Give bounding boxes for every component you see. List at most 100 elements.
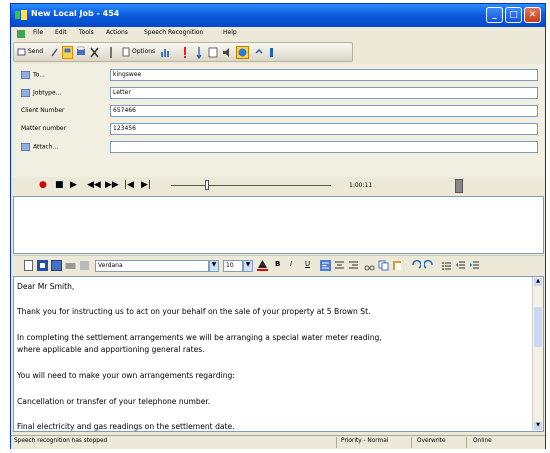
status-divider — [466, 437, 467, 448]
cut-icon[interactable] — [364, 260, 375, 271]
bullets-icon[interactable] — [441, 260, 452, 271]
letter-line: Dear Mr Smith, — [17, 282, 75, 291]
status-message: Speech recognition has stopped — [14, 438, 108, 444]
position-track[interactable] — [171, 185, 331, 186]
record-icon[interactable] — [236, 46, 249, 59]
letter-scrollbar[interactable]: ▲ ▼ — [532, 277, 543, 431]
delete-icon[interactable] — [90, 46, 99, 59]
preview-icon[interactable] — [79, 260, 90, 271]
client-number-field[interactable]: 657466 — [110, 105, 538, 117]
app-window: New Local Job - 454 _ □ ✕ File Edit Tool… — [10, 3, 546, 449]
paste-icon[interactable] — [392, 260, 403, 271]
word-icon[interactable] — [37, 260, 48, 271]
status-divider — [411, 437, 412, 448]
matter-number-field[interactable]: 123456 — [110, 123, 538, 135]
matter-number-label: Matter number — [21, 125, 67, 132]
menu-edit[interactable]: Edit — [55, 29, 67, 36]
to-field[interactable]: kingswee — [110, 69, 538, 81]
font-value: Verdana — [98, 262, 123, 269]
stop-button[interactable]: ■ — [55, 181, 64, 190]
position-slider-thumb[interactable] — [205, 180, 209, 190]
app-icon — [15, 10, 27, 20]
decrease-indent-icon[interactable] — [455, 260, 466, 271]
toolbar-overflow-icon[interactable] — [269, 46, 274, 59]
font-select[interactable]: Verdana — [95, 260, 209, 272]
copy-icon[interactable] — [378, 260, 389, 271]
notes-area[interactable] — [13, 196, 544, 254]
align-left-icon[interactable] — [320, 260, 331, 271]
save-document-icon[interactable] — [51, 260, 62, 271]
maximize-button[interactable]: □ — [505, 7, 522, 23]
scroll-down-button[interactable]: ▼ — [534, 422, 542, 430]
new-document-icon[interactable] — [23, 260, 34, 271]
menu-help[interactable]: Help — [223, 29, 237, 36]
skip-end-button[interactable]: ▶| — [141, 181, 151, 190]
fast-forward-button[interactable]: ▶▶ — [105, 181, 119, 190]
formatting-toolbar: Verdana ▼ 10 ▼ B I U — [13, 255, 544, 276]
priority-status: Priority - Normal — [341, 438, 389, 444]
jobtype-icon — [21, 89, 30, 97]
to-button[interactable]: To... — [21, 71, 45, 79]
align-right-icon[interactable] — [348, 260, 359, 271]
title-bar[interactable]: New Local Job - 454 _ □ ✕ — [11, 4, 545, 27]
print-icon[interactable] — [76, 46, 86, 59]
flag-icon[interactable] — [208, 46, 218, 59]
app-menu-icon[interactable] — [17, 30, 25, 38]
send-button[interactable]: Send — [28, 48, 43, 55]
play-button[interactable]: ▶ — [70, 181, 77, 190]
print-document-icon[interactable] — [65, 260, 76, 271]
jobtype-label: Jobtype... — [33, 89, 62, 97]
chart-icon[interactable] — [160, 46, 170, 59]
scroll-thumb[interactable] — [534, 307, 542, 347]
font-color-icon[interactable] — [257, 260, 268, 271]
volume-slider[interactable] — [455, 179, 463, 193]
letter-line: where applicable and apportioning genera… — [17, 345, 205, 354]
jobtype-field[interactable]: Letter — [110, 87, 538, 99]
letter-line: In completing the settlement arrangement… — [17, 333, 382, 342]
font-size-select[interactable]: 10 — [223, 260, 243, 272]
connection-status: Online — [473, 438, 492, 444]
attach-icon[interactable] — [50, 46, 59, 59]
minimize-button[interactable]: _ — [486, 7, 503, 23]
menu-bar: File Edit Tools Actions Speech Recogniti… — [11, 27, 545, 41]
to-label: To... — [33, 71, 45, 79]
font-dropdown-button[interactable]: ▼ — [209, 260, 219, 272]
redo-icon[interactable] — [424, 260, 435, 271]
rewind-button[interactable]: ◀◀ — [87, 181, 101, 190]
status-divider — [336, 437, 337, 448]
bold-icon[interactable]: B — [275, 260, 286, 271]
importance-icon[interactable] — [182, 46, 188, 59]
menu-file[interactable]: File — [33, 29, 43, 36]
dictation-icon[interactable] — [254, 46, 264, 59]
italic-icon[interactable]: I — [290, 260, 301, 271]
font-size-value: 10 — [226, 262, 234, 269]
overwrite-status: Overwrite — [417, 438, 446, 444]
underline-icon[interactable]: U — [305, 260, 316, 271]
align-center-icon[interactable] — [334, 260, 345, 271]
options-button[interactable]: Options — [132, 48, 155, 55]
playback-controls: ● ■ ▶ ◀◀ ▶▶ |◀ ▶| 1:00:11 — [13, 177, 544, 195]
close-button[interactable]: ✕ — [524, 7, 541, 23]
low-importance-icon[interactable] — [196, 46, 202, 59]
send-icon[interactable] — [17, 46, 26, 59]
main-toolbar: Send Options — [13, 42, 353, 62]
menu-actions[interactable]: Actions — [106, 29, 128, 36]
playback-time: 1:00:11 — [349, 182, 373, 189]
attach-button[interactable]: Attach... — [21, 143, 58, 151]
speaker-icon[interactable] — [222, 46, 232, 59]
address-book-icon — [21, 71, 30, 79]
record-button[interactable]: ● — [39, 181, 47, 190]
skip-start-button[interactable]: |◀ — [124, 181, 134, 190]
letter-editor[interactable]: Dear Mr Smith, Thank you for instructing… — [13, 276, 544, 432]
size-dropdown-button[interactable]: ▼ — [243, 260, 253, 272]
attach-field[interactable] — [110, 141, 538, 153]
jobtype-button[interactable]: Jobtype... — [21, 89, 61, 97]
save-icon[interactable] — [62, 46, 73, 59]
scroll-up-button[interactable]: ▲ — [534, 278, 542, 286]
menu-tools[interactable]: Tools — [79, 29, 94, 36]
undo-icon[interactable] — [410, 260, 421, 271]
status-bar: Speech recognition has stopped Priority … — [11, 435, 545, 449]
increase-indent-icon[interactable] — [469, 260, 480, 271]
options-icon[interactable] — [122, 46, 130, 59]
menu-speech-recognition[interactable]: Speech Recognition — [144, 29, 203, 36]
